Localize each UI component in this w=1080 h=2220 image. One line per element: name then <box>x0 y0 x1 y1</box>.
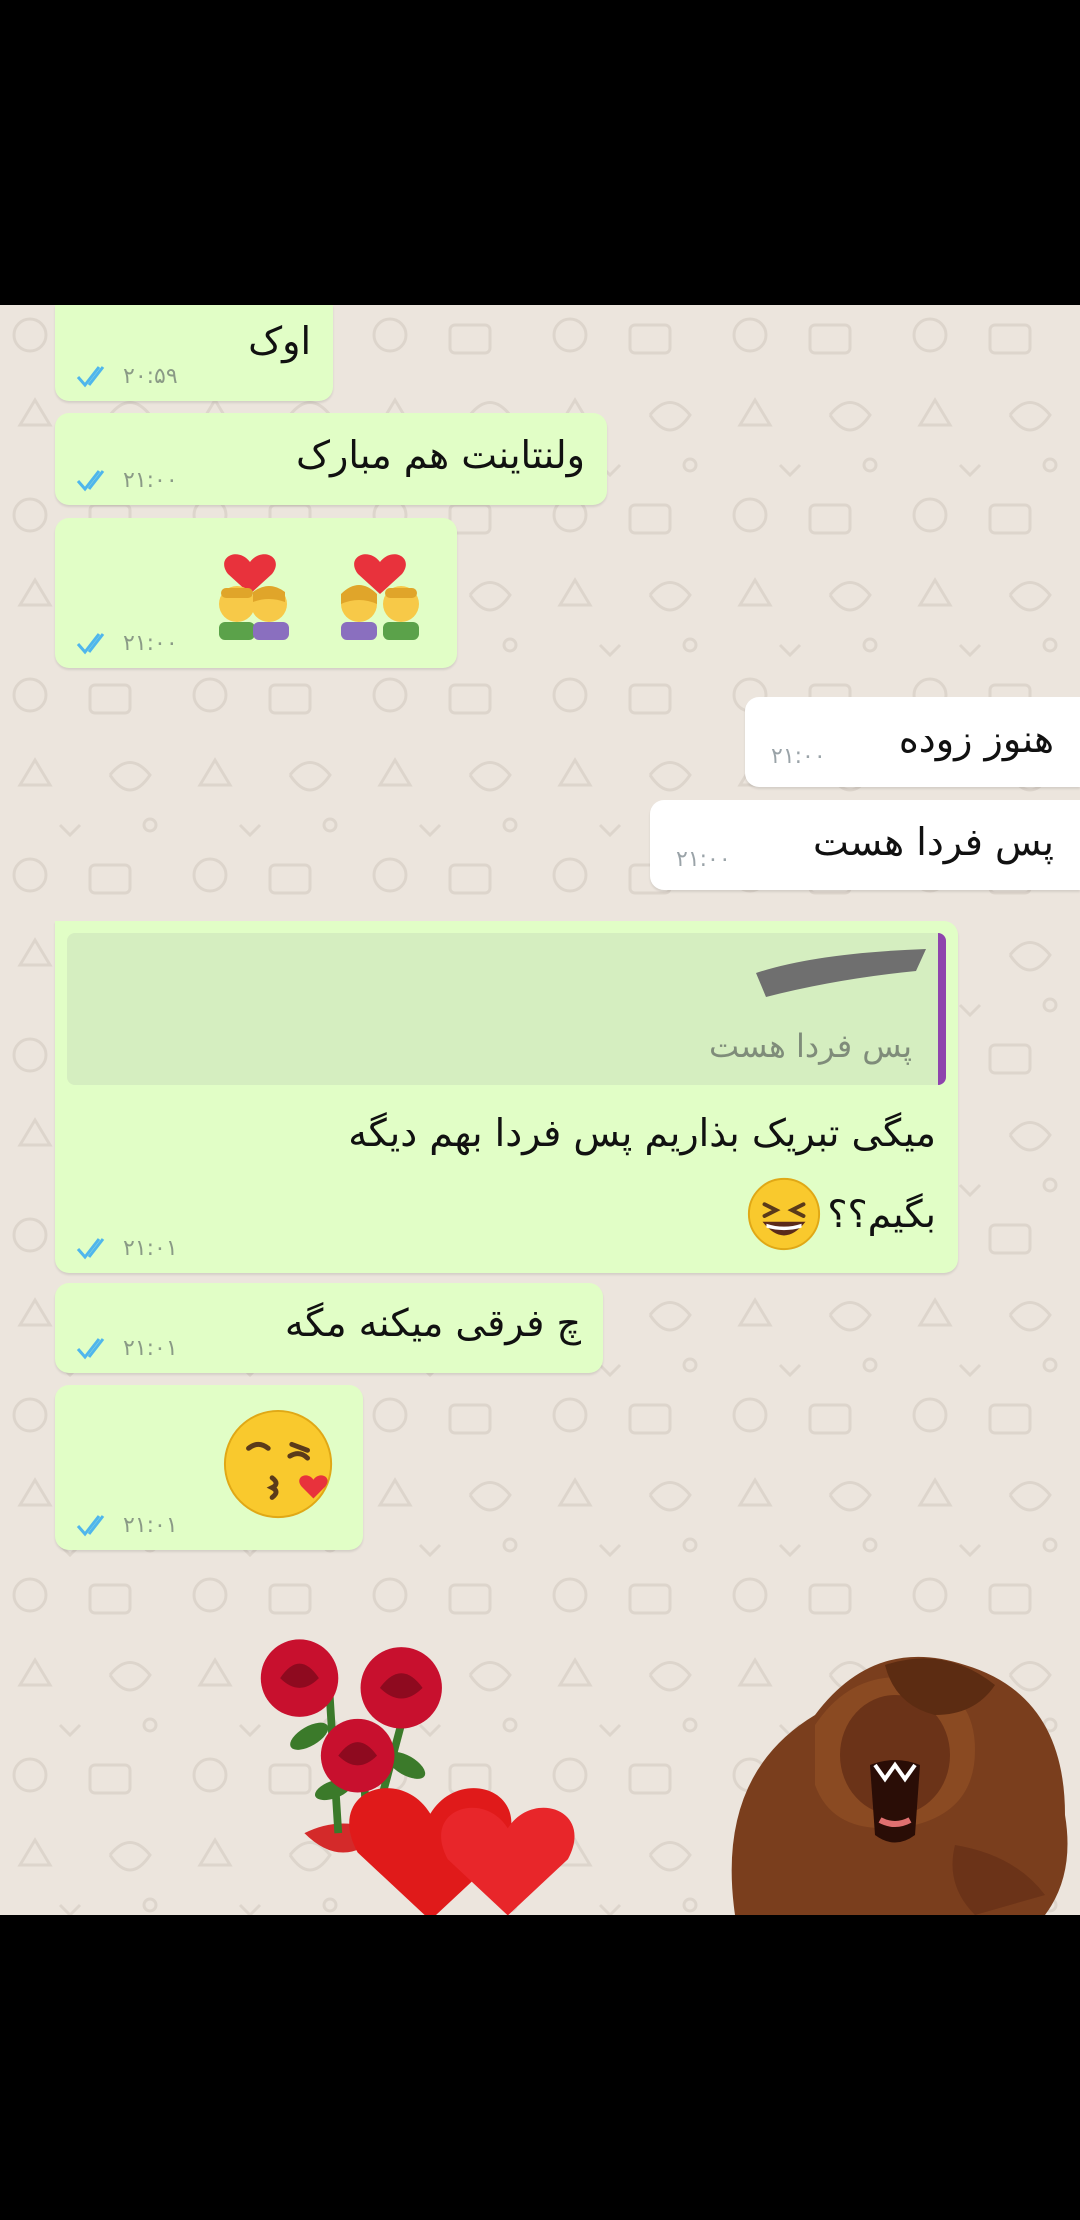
message-meta: ۲۰:۵۹ <box>75 363 178 389</box>
message-text: هنوز زوده <box>898 717 1054 761</box>
couple-with-heart-emoji <box>219 554 419 640</box>
message-meta: ۲۱:۰۰ <box>75 630 178 656</box>
message-text: بگیم؟؟ <box>827 1192 936 1236</box>
message-meta: ۲۱:۰۱ <box>75 1335 178 1361</box>
message-text: پس فردا هست <box>812 820 1054 864</box>
chat-area[interactable]: اوک ۲۰:۵۹ ولنتاینت هم مبارک ۲۱:۰۰ ۲۱:۰۰ … <box>0 305 1080 1915</box>
message-meta: ۲۱:۰۱ <box>75 1512 178 1538</box>
message-meta: ۲۱:۰۰ <box>676 847 731 872</box>
read-receipt-icon <box>76 470 105 492</box>
message-time: ۲۱:۰۱ <box>123 1512 178 1538</box>
read-receipt-icon <box>76 633 105 655</box>
message-time: ۲۰:۵۹ <box>123 363 178 389</box>
message-time: ۲۱:۰۰ <box>123 467 178 493</box>
face-blowing-kiss-emoji <box>223 1409 333 1519</box>
message-text: ولنتاینت هم مبارک <box>295 433 585 477</box>
message-bubble[interactable]: اوک ۲۰:۵۹ <box>55 305 333 401</box>
laughing-face-emoji <box>748 1177 821 1251</box>
message-bubble[interactable]: پس فردا هست ۲۱:۰۰ <box>650 800 1080 890</box>
message-text: میگی تبریک بذاریم پس فردا بهم دیگه <box>348 1111 936 1155</box>
message-time: ۲۱:۰۰ <box>771 744 826 769</box>
message-bubble[interactable]: پس فردا هست میگی تبریک بذاریم پس فردا به… <box>55 921 958 1273</box>
message-meta: ۲۱:۰۱ <box>75 1235 178 1261</box>
message-bubble[interactable]: ۲۱:۰۰ <box>55 518 457 668</box>
quoted-text: پس فردا هست <box>709 1027 912 1065</box>
message-bubble[interactable]: ولنتاینت هم مبارک ۲۱:۰۰ <box>55 413 607 505</box>
read-receipt-icon <box>76 366 105 388</box>
read-receipt-icon <box>76 1515 105 1537</box>
laughing-orangutan-sticker[interactable] <box>695 1605 1075 1915</box>
message-time: ۲۱:۰۰ <box>123 630 178 656</box>
message-line: بگیم؟؟ <box>745 1175 936 1253</box>
screenshot-frame: اوک ۲۰:۵۹ ولنتاینت هم مبارک ۲۱:۰۰ ۲۱:۰۰ … <box>0 0 1080 2220</box>
message-text: چ فرقی میکنه مگه <box>284 1301 581 1345</box>
quote-accent-bar <box>938 933 946 1085</box>
redacted-name <box>756 949 926 997</box>
message-bubble[interactable]: ۲۱:۰۱ <box>55 1385 363 1550</box>
message-time: ۲۱:۰۱ <box>123 1335 178 1361</box>
message-time: ۲۱:۰۰ <box>676 847 731 872</box>
message-meta: ۲۱:۰۰ <box>771 744 826 769</box>
message-bubble[interactable]: هنوز زوده ۲۱:۰۰ <box>745 697 1080 787</box>
read-receipt-icon <box>76 1338 105 1360</box>
quoted-message[interactable]: پس فردا هست <box>67 933 946 1085</box>
message-text: اوک <box>248 319 311 363</box>
roses-hearts-sticker[interactable] <box>230 1620 650 1915</box>
message-time: ۲۱:۰۱ <box>123 1235 178 1261</box>
message-bubble[interactable]: چ فرقی میکنه مگه ۲۱:۰۱ <box>55 1283 603 1373</box>
read-receipt-icon <box>76 1238 105 1260</box>
message-meta: ۲۱:۰۰ <box>75 467 178 493</box>
